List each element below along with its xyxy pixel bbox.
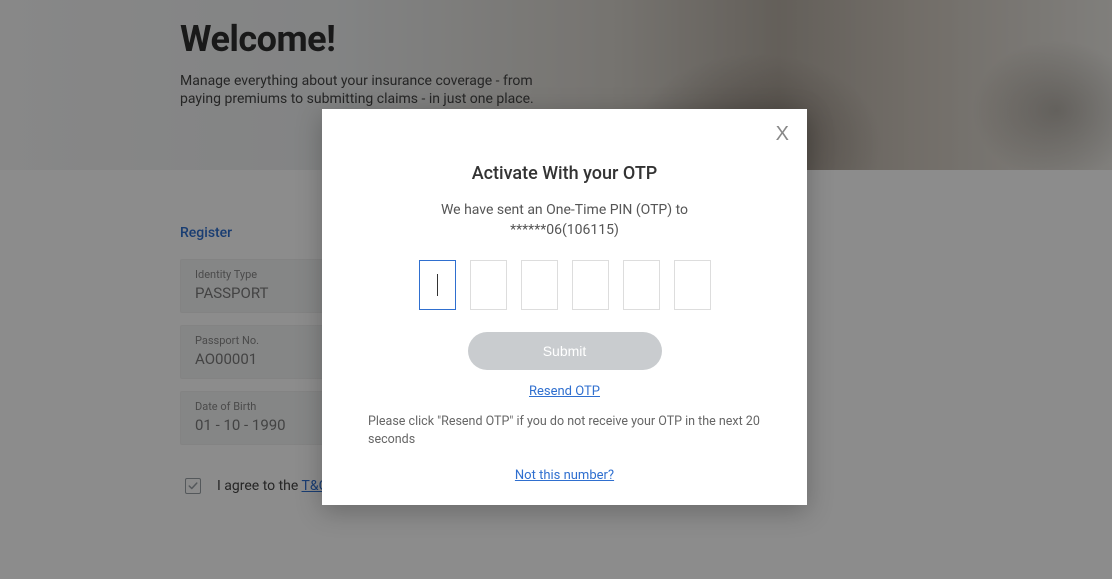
submit-button[interactable]: Submit: [468, 332, 662, 370]
otp-digit-1[interactable]: [419, 260, 456, 310]
otp-sent-line: We have sent an One-Time PIN (OTP) to: [322, 202, 807, 218]
modal-subtitle: We have sent an One-Time PIN (OTP) to **…: [322, 202, 807, 238]
otp-digit-5[interactable]: [623, 260, 660, 310]
otp-target: ******06(106115): [322, 222, 807, 238]
not-this-number-link[interactable]: Not this number?: [322, 468, 807, 483]
close-icon[interactable]: X: [776, 123, 789, 146]
otp-digit-6[interactable]: [674, 260, 711, 310]
text-cursor: [437, 274, 438, 296]
resend-otp-link[interactable]: Resend OTP: [322, 384, 807, 399]
otp-input-row: [322, 260, 807, 310]
otp-digit-4[interactable]: [572, 260, 609, 310]
modal-title: Activate With your OTP: [322, 163, 807, 184]
resend-help-text: Please click "Resend OTP" if you do not …: [368, 413, 761, 448]
otp-digit-2[interactable]: [470, 260, 507, 310]
otp-digit-3[interactable]: [521, 260, 558, 310]
otp-modal: X Activate With your OTP We have sent an…: [322, 109, 807, 505]
